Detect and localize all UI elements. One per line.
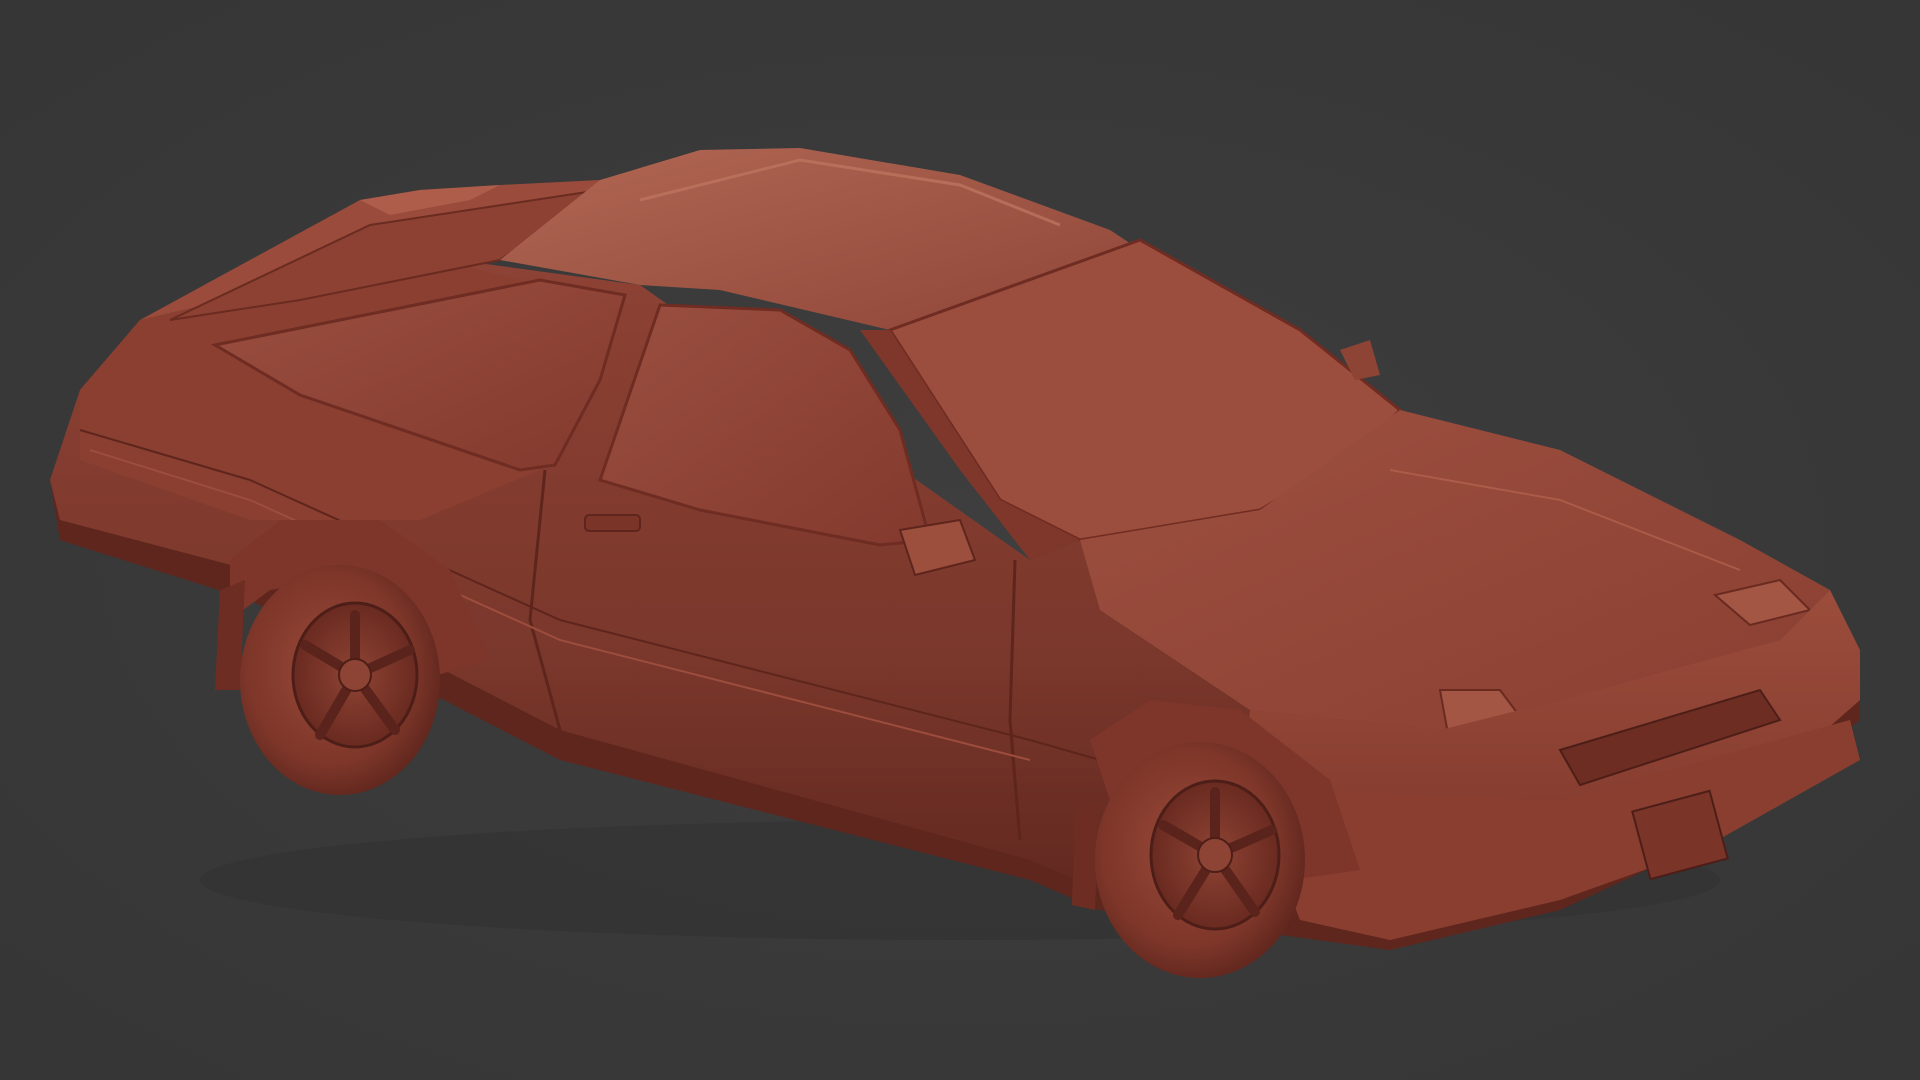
front-wheel: [1095, 742, 1305, 978]
rear-hub: [338, 658, 372, 692]
3d-viewport[interactable]: [0, 0, 1920, 1080]
rear-wheel: [240, 565, 440, 795]
door-handle: [584, 514, 641, 532]
front-hub: [1197, 837, 1233, 873]
car-render: [0, 0, 1920, 1080]
